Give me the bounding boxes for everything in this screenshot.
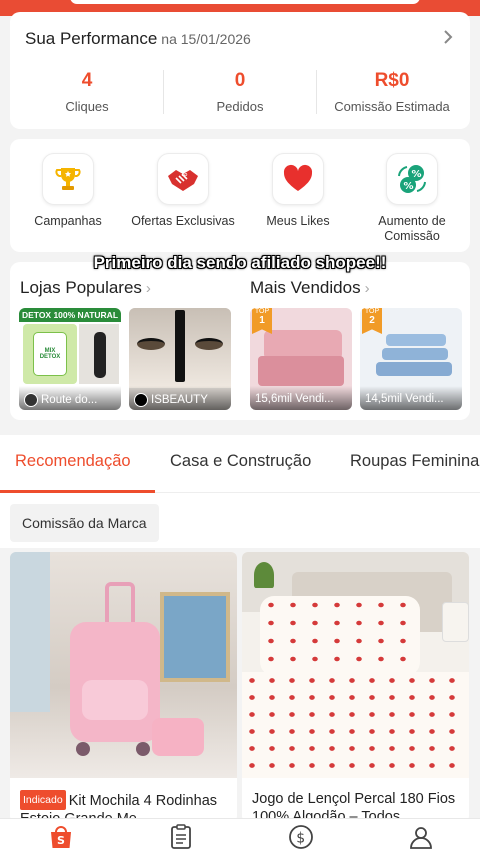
percent-cycle-icon: %% xyxy=(386,153,438,205)
svg-text:%: % xyxy=(180,169,188,178)
bottom-navigation: S $ xyxy=(0,818,480,854)
stores-title-text: Lojas Populares xyxy=(20,278,142,297)
video-caption: Primeiro dia sendo afiliado shopee!! xyxy=(93,253,387,272)
top-rank-badge: TOP 1 xyxy=(252,308,272,334)
stat-value: 4 xyxy=(81,70,93,91)
sheets-image xyxy=(258,356,344,386)
shortcut-label: Ofertas Exclusivas xyxy=(131,214,235,228)
tab-recommendation[interactable]: Recomendação xyxy=(15,452,131,471)
profile-icon[interactable] xyxy=(408,824,434,850)
chevron-right-icon: › xyxy=(145,280,151,297)
rank-label: TOP xyxy=(254,308,270,315)
category-tabs: Recomendação Casa e Construção Roupas Fe… xyxy=(0,435,480,493)
store-name: ISBEAUTY xyxy=(151,394,208,407)
stat-orders: 0 Pedidos xyxy=(165,70,315,114)
best-sellers-section-title[interactable]: Mais Vendidos › xyxy=(250,278,370,298)
store-logo xyxy=(24,393,38,407)
best-title-text: Mais Vendidos xyxy=(250,278,361,297)
svg-text:S: S xyxy=(57,834,65,847)
store-logo xyxy=(134,393,148,407)
tab-womens-clothing[interactable]: Roupas Feminina xyxy=(350,452,479,471)
lashes-image xyxy=(129,308,231,388)
product-label: MIX DETOX xyxy=(39,348,61,360)
trophy-icon xyxy=(42,153,94,205)
clipboard-icon[interactable] xyxy=(168,824,194,850)
stat-label: Cliques xyxy=(65,99,109,114)
rank-number: 1 xyxy=(259,315,265,326)
product-card[interactable]: Jogo de Lençol Percal 180 Fios 100% Algo… xyxy=(242,552,469,822)
svg-text:%: % xyxy=(404,181,414,192)
performance-header: Sua Performance na 15/01/2026 xyxy=(25,29,251,49)
top-rank-badge: TOP 2 xyxy=(362,308,382,334)
rank-number: 2 xyxy=(369,315,375,326)
best-seller-tile-2[interactable]: TOP 2 14,5mil Vendi... xyxy=(360,308,462,410)
store-tile-route[interactable]: DETOX 100% NATURAL MIX DETOX Route do... xyxy=(19,308,121,410)
popular-card: Lojas Populares › Mais Vendidos › DETOX 10… xyxy=(10,262,470,420)
stat-value: R$0 xyxy=(374,70,410,91)
brand-commission-chip[interactable]: Comissão da Marca xyxy=(10,504,159,542)
shortcut-label: Meus Likes xyxy=(266,214,330,228)
tab-home-construction[interactable]: Casa e Construção xyxy=(170,452,311,471)
stat-label: Pedidos xyxy=(216,99,264,114)
chevron-right-icon[interactable] xyxy=(441,26,455,48)
stat-commission: R$0 Comissão Estimada xyxy=(317,70,467,114)
stat-label: Comissão Estimada xyxy=(334,99,450,114)
store-banner: DETOX 100% NATURAL xyxy=(19,308,121,322)
heart-icon xyxy=(272,153,324,205)
store-tile-isbeauty[interactable]: ISBEAUTY xyxy=(129,308,231,410)
stores-section-title[interactable]: Lojas Populares › xyxy=(20,278,151,298)
store-caption: ISBEAUTY xyxy=(129,386,231,410)
shortcuts-card: Campanhas % Ofertas Exclusivas Meus Like… xyxy=(10,139,470,252)
shortcut-label: Aumento de Comissão xyxy=(378,214,446,243)
indicated-tag: Indicado xyxy=(20,790,66,810)
stat-value: 0 xyxy=(234,70,246,91)
shortcut-commission-increase[interactable]: %% Aumento de Comissão xyxy=(354,153,470,244)
handshake-percent-icon: % xyxy=(157,153,209,205)
product-card[interactable]: Indicado Kit Mochila 4 Rodinhas Estojo Gr… xyxy=(10,552,237,822)
detox-jar-image: MIX DETOX xyxy=(23,324,77,384)
stat-clicks: 4 Cliques xyxy=(12,70,162,114)
best-seller-tile-1[interactable]: TOP 1 15,6mil Vendi... xyxy=(250,308,352,410)
model-image xyxy=(79,324,119,384)
divider xyxy=(163,70,164,114)
dollar-circle-icon[interactable]: $ xyxy=(288,824,314,850)
store-name: Route do... xyxy=(41,394,98,407)
search-pill[interactable] xyxy=(70,0,420,4)
rank-label: TOP xyxy=(364,308,380,315)
shortcut-exclusive-offers[interactable]: % Ofertas Exclusivas xyxy=(125,153,241,229)
shortcut-campaigns[interactable]: Campanhas xyxy=(10,153,126,229)
backpack-image xyxy=(10,552,237,778)
performance-date: na 15/01/2026 xyxy=(161,31,251,47)
shortcut-my-likes[interactable]: Meus Likes xyxy=(240,153,356,229)
svg-text:$: $ xyxy=(296,831,305,847)
bedsheet-image xyxy=(242,552,469,778)
sold-caption: 14,5mil Vendi... xyxy=(360,386,462,410)
filter-chip-area: Comissão da Marca xyxy=(0,493,480,548)
sold-caption: 15,6mil Vendi... xyxy=(250,386,352,410)
shortcut-label: Campanhas xyxy=(34,214,102,228)
towel-image xyxy=(386,334,446,346)
svg-text:%: % xyxy=(412,169,422,180)
performance-title: Sua Performance xyxy=(25,29,158,48)
store-caption: Route do... xyxy=(19,386,121,410)
shopee-bag-icon[interactable]: S xyxy=(48,824,74,850)
chevron-right-icon: › xyxy=(364,280,370,297)
performance-card[interactable]: Sua Performance na 15/01/2026 4 Cliques 0… xyxy=(10,12,470,129)
product-grid: Indicado Kit Mochila 4 Rodinhas Estojo Gr… xyxy=(0,548,480,822)
